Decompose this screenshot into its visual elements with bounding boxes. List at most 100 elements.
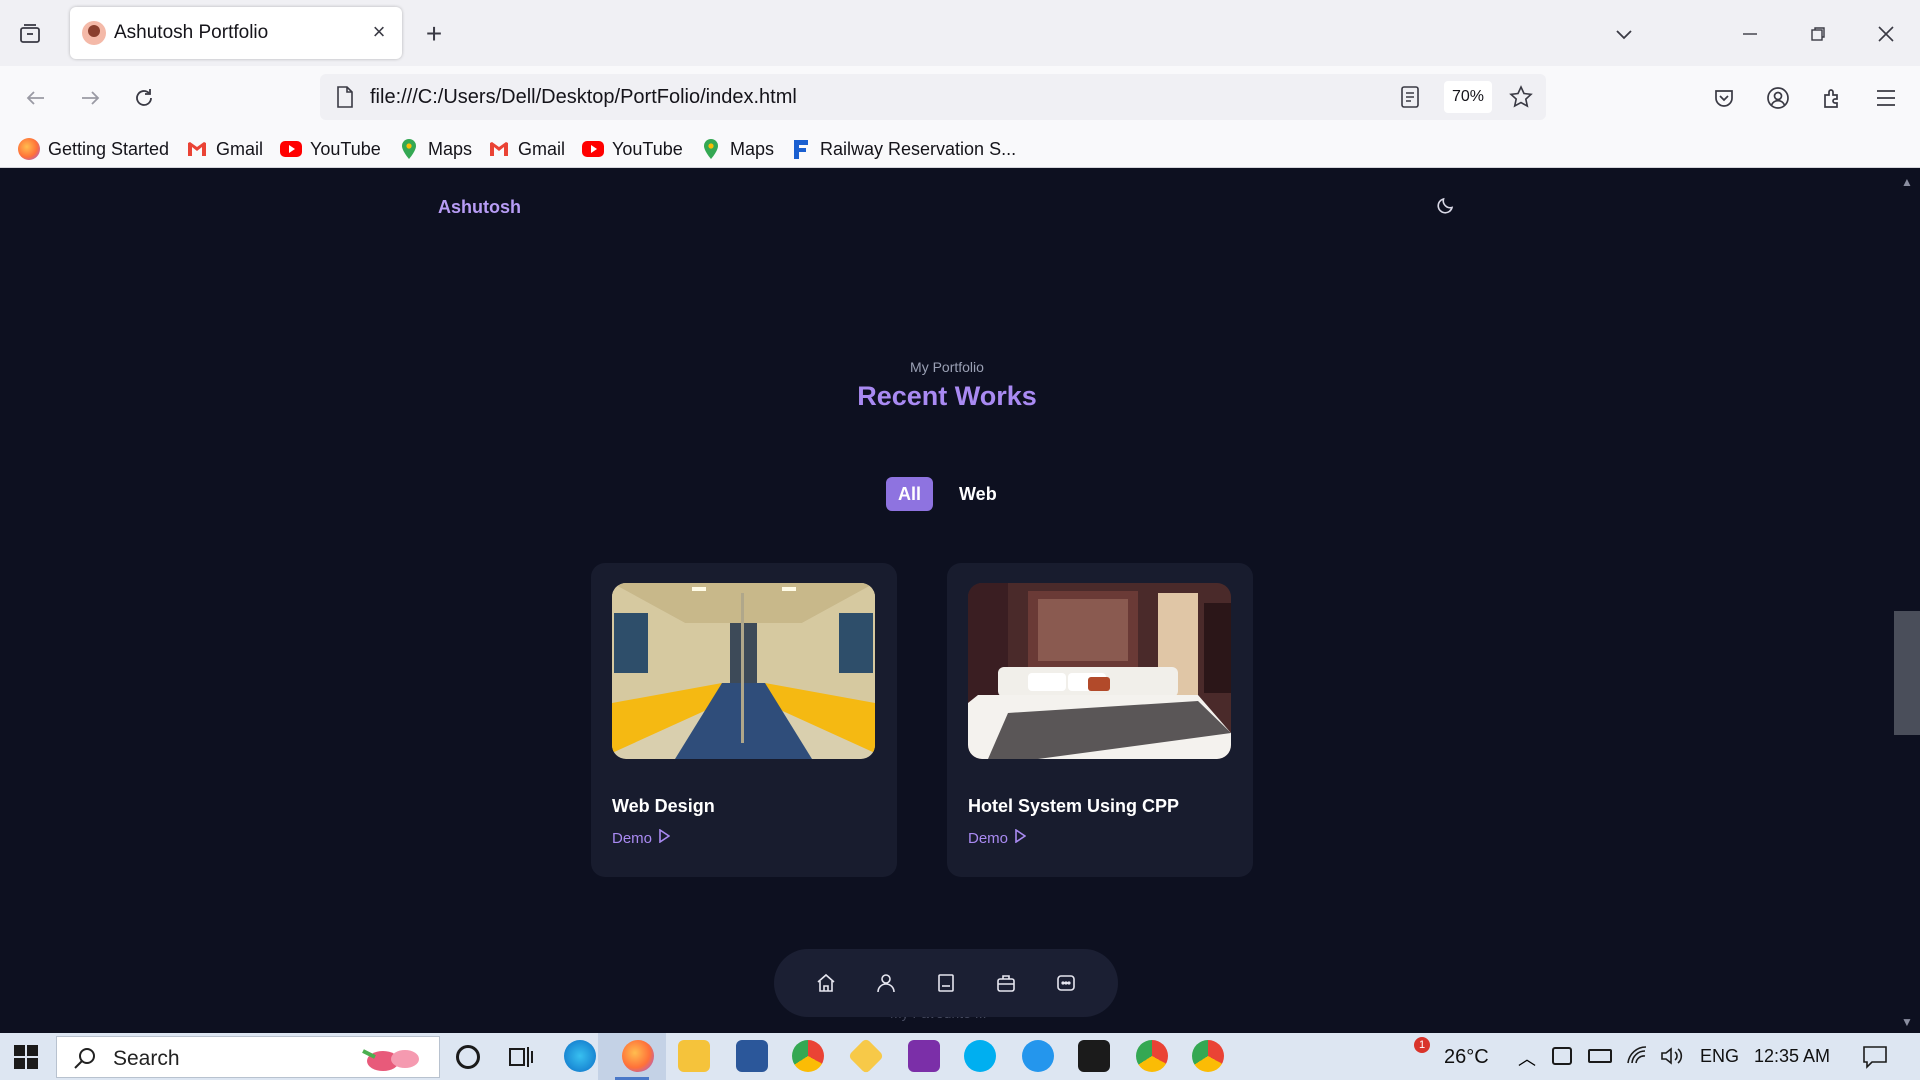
active-tab[interactable]: Ashutosh Portfolio × xyxy=(70,7,402,59)
user-icon[interactable] xyxy=(875,972,897,994)
new-tab-icon[interactable]: + xyxy=(420,18,448,49)
moon-icon[interactable] xyxy=(1436,195,1460,219)
youtube-icon xyxy=(280,141,302,157)
firefox-icon[interactable] xyxy=(622,1040,654,1072)
project-title: Hotel System Using CPP xyxy=(968,796,1180,816)
bookmark-maps-2[interactable]: Maps xyxy=(700,136,774,162)
hotel-room-image xyxy=(968,583,1231,759)
message-icon[interactable] xyxy=(1055,972,1077,994)
account-icon[interactable] xyxy=(1764,84,1792,112)
bookmark-maps[interactable]: Maps xyxy=(398,136,472,162)
file-icon[interactable] xyxy=(935,972,957,994)
weather-temperature[interactable]: 26°C xyxy=(1444,1046,1489,1069)
docker-icon[interactable] xyxy=(1022,1040,1054,1072)
bottom-nav-bar xyxy=(774,949,1118,1017)
railway-icon xyxy=(790,138,812,160)
cortana-icon[interactable] xyxy=(456,1045,480,1069)
weather-icon[interactable]: 1 xyxy=(1398,1037,1430,1071)
firefox-icon xyxy=(18,138,40,160)
demo-link[interactable]: Demo xyxy=(968,828,1027,847)
youtube-icon xyxy=(582,141,604,157)
close-tab-icon[interactable]: × xyxy=(366,19,392,45)
search-icon xyxy=(73,1046,97,1075)
volume-icon[interactable] xyxy=(1660,1045,1684,1072)
reload-icon[interactable] xyxy=(130,84,158,112)
chrome-icon[interactable] xyxy=(1136,1040,1168,1072)
briefcase-icon[interactable] xyxy=(995,972,1017,994)
battery-icon[interactable] xyxy=(1588,1049,1612,1063)
bookmarks-toolbar: Getting Started Gmail YouTube Maps Gmail… xyxy=(0,130,1920,168)
demo-link[interactable]: Demo xyxy=(612,828,671,847)
clock-time[interactable]: 12:35 AM xyxy=(1754,1046,1830,1067)
forward-icon[interactable] xyxy=(76,84,104,112)
file-explorer-icon[interactable] xyxy=(678,1040,710,1072)
maps-icon xyxy=(700,138,722,160)
extensions-icon[interactable] xyxy=(1818,84,1846,112)
minimize-icon[interactable] xyxy=(1736,20,1764,48)
bookmark-railway-reservation[interactable]: Railway Reservation S... xyxy=(790,136,1016,162)
close-window-icon[interactable] xyxy=(1872,20,1900,48)
scroll-up-arrow-icon[interactable]: ▲ xyxy=(1901,175,1913,189)
page-file-icon xyxy=(334,85,356,109)
maps-icon xyxy=(398,138,420,160)
back-icon[interactable] xyxy=(22,84,50,112)
url-bar[interactable]: file:///C:/Users/Dell/Desktop/PortFolio/… xyxy=(320,74,1546,120)
avatar-favicon-icon xyxy=(82,21,106,45)
task-view-icon[interactable] xyxy=(508,1045,534,1074)
language-indicator[interactable]: ENG xyxy=(1700,1046,1739,1067)
filter-all[interactable]: All xyxy=(886,477,934,511)
menu-hamburger-icon[interactable] xyxy=(1872,84,1900,112)
terminal-icon[interactable] xyxy=(1078,1040,1110,1072)
home-icon[interactable] xyxy=(815,972,837,994)
gmail-icon xyxy=(488,138,510,160)
page-scrollbar[interactable]: ▲ ▼ xyxy=(1894,169,1920,1033)
bookmark-gmail[interactable]: Gmail xyxy=(186,136,263,162)
page-viewport: Ashutosh My Portfolio Recent Works All W… xyxy=(0,169,1920,1033)
bookmark-gmail-2[interactable]: Gmail xyxy=(488,136,565,162)
url-text[interactable]: file:///C:/Users/Dell/Desktop/PortFolio/… xyxy=(370,86,797,109)
browser-tab-bar: Ashutosh Portfolio × + xyxy=(0,0,1920,66)
bookmark-youtube[interactable]: YouTube xyxy=(280,136,381,162)
git-icon[interactable] xyxy=(847,1037,885,1075)
browser-nav-bar: file:///C:/Users/Dell/Desktop/PortFolio/… xyxy=(0,66,1920,130)
section-title: Recent Works xyxy=(857,381,1037,411)
chrome-icon[interactable] xyxy=(1192,1040,1224,1072)
project-card: Web Design Demo xyxy=(591,563,897,877)
tray-chevron-up-icon[interactable]: ︿ xyxy=(1518,1045,1536,1071)
bookmark-youtube-2[interactable]: YouTube xyxy=(582,136,683,162)
chrome-icon[interactable] xyxy=(792,1040,824,1072)
tab-title: Ashutosh Portfolio xyxy=(114,22,269,43)
tab-list-icon[interactable] xyxy=(16,20,44,48)
bookmark-star-icon[interactable] xyxy=(1508,84,1534,110)
play-arrow-icon xyxy=(658,828,671,847)
taskbar-search-box[interactable]: Search xyxy=(56,1036,440,1078)
reader-view-icon[interactable] xyxy=(1398,85,1422,109)
app-icon[interactable] xyxy=(908,1040,940,1072)
windows-taskbar: Search 1 26°C ︿ ENG 12:35 AM xyxy=(0,1033,1920,1080)
notifications-icon[interactable] xyxy=(1862,1045,1888,1074)
search-placeholder: Search xyxy=(113,1047,180,1070)
word-icon[interactable] xyxy=(736,1040,768,1072)
scroll-down-arrow-icon[interactable]: ▼ xyxy=(1901,1015,1913,1029)
scrollbar-thumb[interactable] xyxy=(1894,611,1920,735)
edge-icon[interactable] xyxy=(564,1040,596,1072)
section-subtitle: My Portfolio xyxy=(910,359,984,375)
list-all-tabs-chevron-icon[interactable] xyxy=(1610,20,1638,48)
weather-badge: 1 xyxy=(1414,1037,1430,1053)
bookmark-getting-started[interactable]: Getting Started xyxy=(18,136,169,162)
subway-train-image xyxy=(612,583,875,759)
play-arrow-icon xyxy=(1014,828,1027,847)
project-title: Web Design xyxy=(612,796,715,816)
brand-logo-text[interactable]: Ashutosh xyxy=(438,197,521,218)
wifi-icon[interactable] xyxy=(1626,1045,1648,1072)
gmail-icon xyxy=(186,138,208,160)
project-card: Hotel System Using CPP Demo xyxy=(947,563,1253,877)
zoom-level-badge[interactable]: 70% xyxy=(1443,81,1492,113)
skype-icon[interactable] xyxy=(964,1040,996,1072)
restore-icon[interactable] xyxy=(1804,20,1832,48)
meet-now-icon[interactable] xyxy=(1552,1047,1572,1065)
windows-start-icon[interactable] xyxy=(14,1045,38,1074)
filter-web[interactable]: Web xyxy=(947,477,1009,511)
pocket-icon[interactable] xyxy=(1710,84,1738,112)
search-highlight-image xyxy=(353,1041,433,1075)
